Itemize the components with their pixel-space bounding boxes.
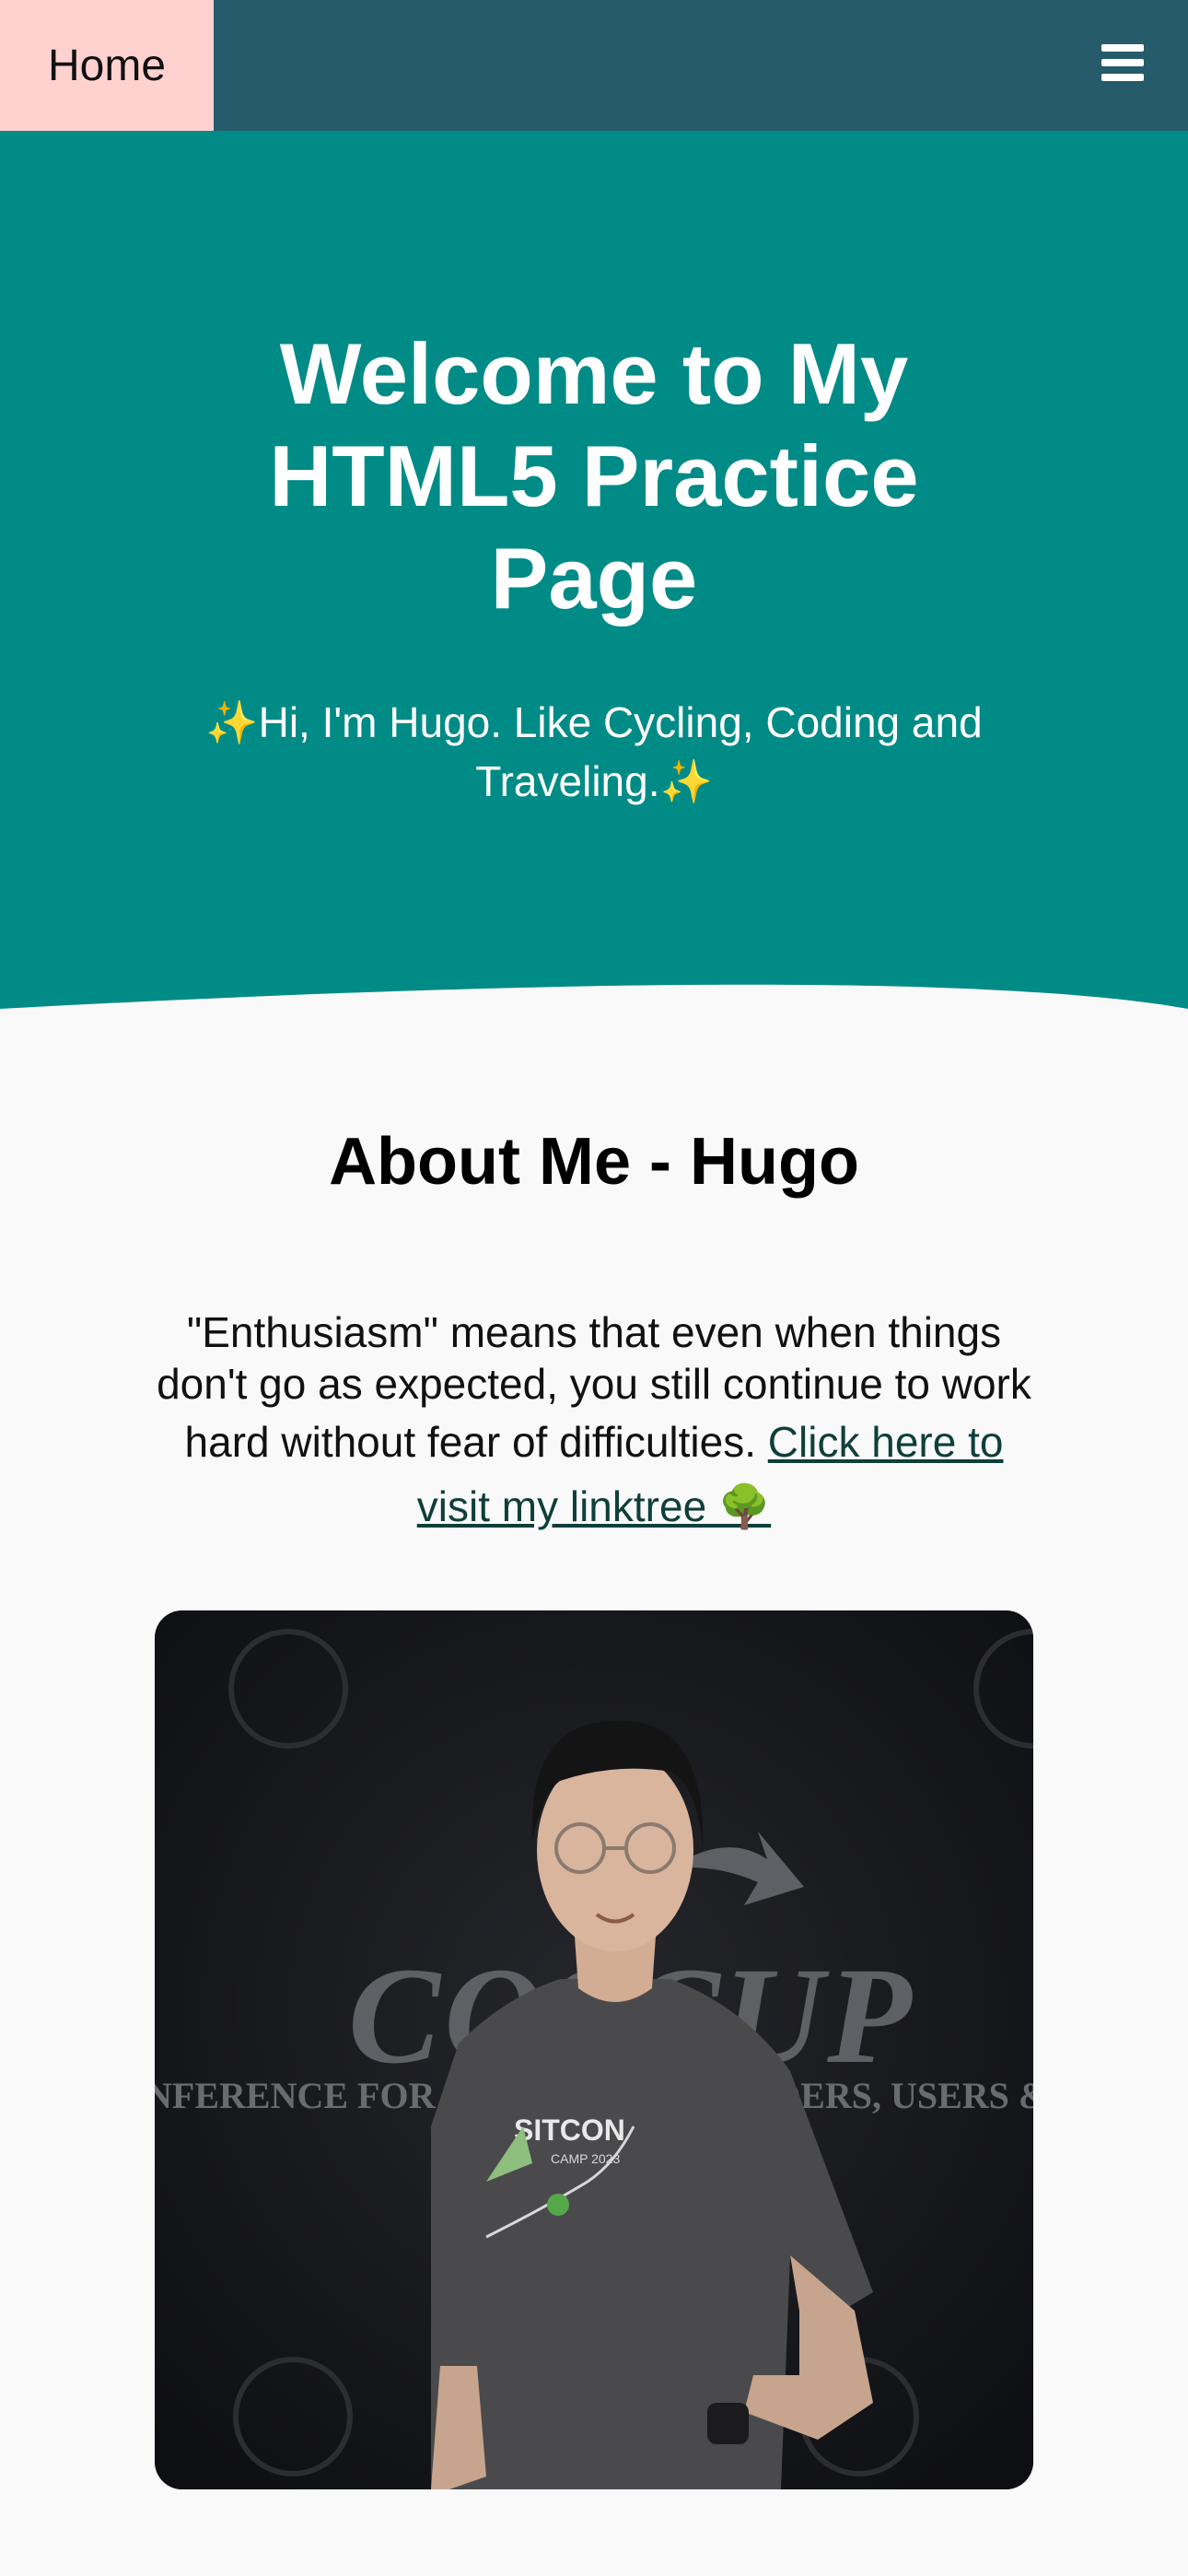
- about-title: About Me - Hugo: [329, 1125, 859, 1199]
- hero-title: Welcome to My HTML5 Practice Page: [269, 325, 919, 626]
- hamburger-menu-icon[interactable]: [1101, 44, 1144, 81]
- about-quote: "Enthusiasm" means that even when things…: [152, 1306, 1036, 1539]
- profile-photo-illustration: COSCUP CONFERENCE FOR OPEN SOURCE CODERS…: [155, 1610, 1033, 2489]
- menu-line-bottom: [1101, 74, 1144, 81]
- top-navigation-bar: Home: [0, 0, 1188, 131]
- hero-wave-divider: [0, 958, 1188, 1050]
- profile-photo: COSCUP CONFERENCE FOR OPEN SOURCE CODERS…: [155, 1610, 1033, 2489]
- home-link[interactable]: Home: [0, 0, 214, 131]
- shirt-logo-text: SITCON: [514, 2113, 625, 2147]
- menu-line-middle: [1101, 59, 1144, 66]
- hero-subtitle: ✨Hi, I'm Hugo. Like Cycling, Coding and …: [205, 698, 983, 805]
- menu-line-top: [1101, 44, 1144, 52]
